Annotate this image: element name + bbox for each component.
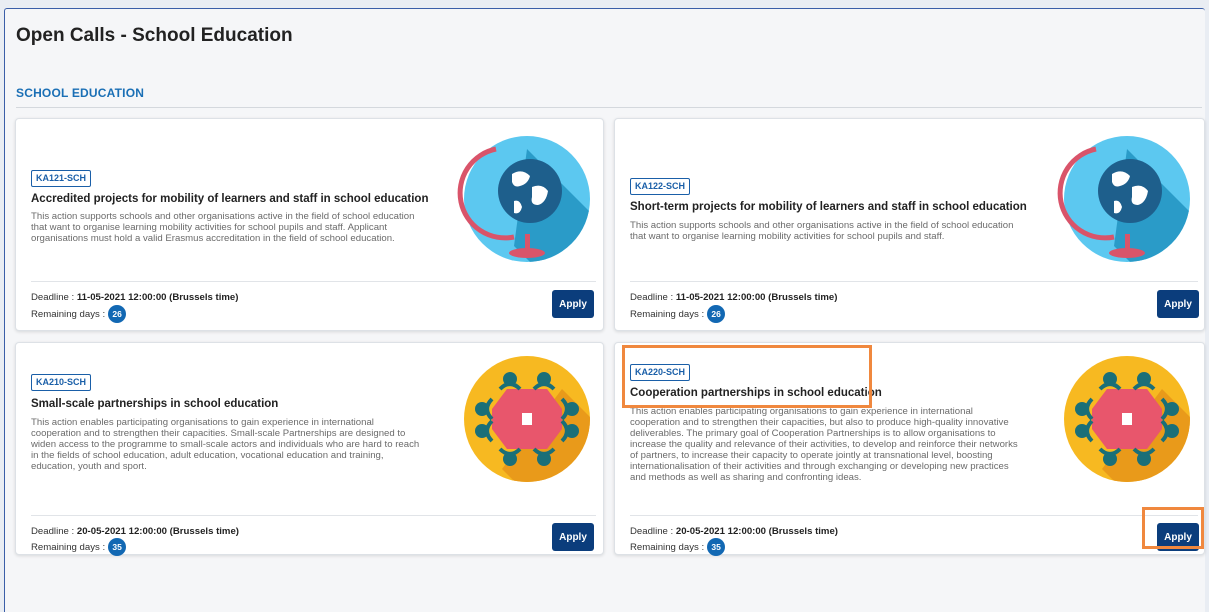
section-divider <box>16 107 1202 108</box>
call-description: This action enables participating organi… <box>31 417 420 472</box>
card-divider <box>31 515 596 516</box>
call-code-badge: KA121-SCH <box>31 170 92 187</box>
call-code-badge: KA122-SCH <box>630 178 691 195</box>
call-code-badge: KA220-SCH <box>630 364 691 381</box>
globe-icon <box>452 129 602 284</box>
call-card: KA122-SCH Short-term projects for mobili… <box>614 118 1205 331</box>
call-title: Accredited projects for mobility of lear… <box>31 193 429 205</box>
remaining-days-count: 35 <box>108 538 127 556</box>
call-card: KA210-SCH Small-scale partnerships in sc… <box>15 342 604 556</box>
apply-button[interactable]: Apply <box>1157 523 1199 551</box>
call-description: This action supports schools and other o… <box>630 220 1014 242</box>
remaining-days-count: 26 <box>108 305 127 323</box>
deadline-text: Deadline : 20-05-2021 12:00:00 (Brussels… <box>31 526 239 537</box>
section-title: SCHOOL EDUCATION <box>16 86 145 100</box>
meeting-table-icon <box>452 349 602 504</box>
deadline-text: Deadline : 11-05-2021 12:00:00 (Brussels… <box>31 292 239 303</box>
globe-icon <box>1052 129 1202 284</box>
card-divider <box>31 281 596 282</box>
deadline-text: Deadline : 11-05-2021 12:00:00 (Brussels… <box>630 292 838 303</box>
apply-button[interactable]: Apply <box>552 290 594 318</box>
page-title: Open Calls - School Education <box>16 25 293 46</box>
deadline-text: Deadline : 20-05-2021 12:00:00 (Brussels… <box>630 526 838 537</box>
card-divider <box>630 281 1198 282</box>
apply-button[interactable]: Apply <box>552 523 594 551</box>
remaining-days-count: 26 <box>707 305 726 323</box>
remaining-days: Remaining days : 35 <box>31 538 127 556</box>
main-panel: Open Calls - School Education SCHOOL EDU… <box>4 8 1205 612</box>
call-title: Small-scale partnerships in school educa… <box>31 398 279 410</box>
remaining-days-count: 35 <box>707 538 726 556</box>
call-code-badge: KA210-SCH <box>31 374 92 391</box>
call-title: Cooperation partnerships in school educa… <box>630 387 882 399</box>
call-card: KA121-SCH Accredited projects for mobili… <box>15 118 604 331</box>
call-title: Short-term projects for mobility of lear… <box>630 201 1027 213</box>
call-description: This action supports schools and other o… <box>31 211 415 244</box>
remaining-days: Remaining days : 35 <box>630 538 726 556</box>
meeting-table-icon <box>1052 349 1202 504</box>
remaining-days: Remaining days : 26 <box>630 305 726 323</box>
remaining-days: Remaining days : 26 <box>31 305 127 323</box>
call-card: KA220-SCH Cooperation partnerships in sc… <box>614 342 1205 556</box>
call-description: This action enables participating organi… <box>630 406 1018 483</box>
card-divider <box>630 515 1198 516</box>
apply-button[interactable]: Apply <box>1157 290 1199 318</box>
